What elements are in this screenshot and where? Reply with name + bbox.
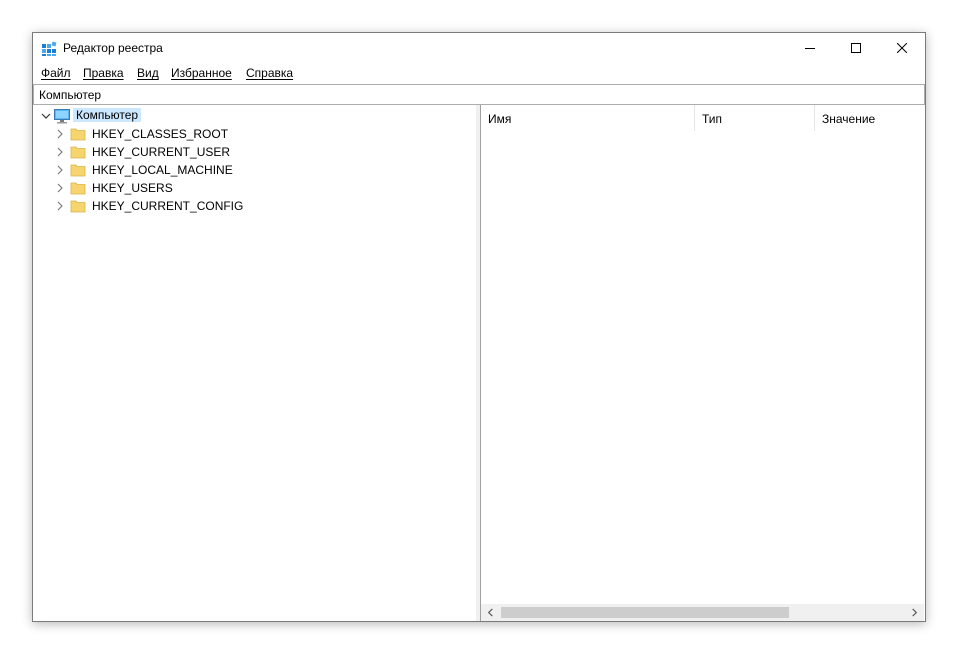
registry-editor-window: Редактор реестра Файл Правка Вид Избранн… (32, 32, 926, 622)
menu-help[interactable]: Справка (246, 66, 293, 80)
menu-bar: Файл Правка Вид Избранное Справка (33, 64, 925, 84)
tree-pane: Компьютер HKEY_CLASSES_ROOT HKEY_CURRENT… (33, 105, 477, 621)
folder-icon (70, 200, 86, 213)
tree-label-key: HKEY_USERS (92, 181, 173, 195)
address-bar[interactable]: Компьютер (33, 84, 925, 105)
tree-node-hkcu[interactable]: HKEY_CURRENT_USER (55, 143, 455, 161)
column-label: Имя (488, 112, 512, 126)
tree-node-hku[interactable]: HKEY_USERS (55, 179, 455, 197)
column-header-name[interactable]: Имя (481, 105, 694, 131)
chevron-right-icon[interactable] (55, 129, 65, 139)
column-header-type[interactable]: Тип (695, 105, 814, 131)
menu-favorites[interactable]: Избранное (171, 66, 232, 80)
tree-label-computer: Компьютер (73, 108, 142, 122)
chevron-right-icon[interactable] (55, 201, 65, 211)
tree-node-hklm[interactable]: HKEY_LOCAL_MACHINE (55, 161, 455, 179)
scroll-left-icon[interactable] (486, 608, 495, 617)
chevron-right-icon[interactable] (55, 165, 65, 175)
menu-file[interactable]: Файл (41, 66, 71, 80)
horizontal-scrollbar[interactable] (481, 604, 924, 621)
maximize-icon (851, 43, 861, 53)
tree-label-key: HKEY_CURRENT_CONFIG (92, 199, 244, 213)
values-list-pane: Имя Тип Значение (480, 105, 924, 621)
scroll-thumb[interactable] (501, 607, 789, 618)
minimize-button[interactable] (787, 33, 833, 63)
menu-edit[interactable]: Правка (83, 66, 124, 80)
scroll-right-icon[interactable] (910, 608, 919, 617)
chevron-down-icon[interactable] (41, 111, 51, 121)
column-label: Значение (822, 112, 876, 126)
tree-node-hkcr[interactable]: HKEY_CLASSES_ROOT (55, 125, 455, 143)
address-path: Компьютер (39, 88, 102, 102)
folder-icon (70, 128, 86, 141)
tree-label-key: HKEY_LOCAL_MACHINE (92, 163, 233, 177)
tree-node-hkcc[interactable]: HKEY_CURRENT_CONFIG (55, 197, 455, 215)
title-bar[interactable]: Редактор реестра (33, 33, 925, 63)
registry-editor-icon (42, 41, 57, 56)
close-button[interactable] (879, 33, 925, 63)
chevron-right-icon[interactable] (55, 147, 65, 157)
close-icon (897, 43, 907, 53)
maximize-button[interactable] (833, 33, 879, 63)
folder-icon (70, 182, 86, 195)
tree-node-computer[interactable]: Компьютер (39, 107, 239, 125)
tree-label-key: HKEY_CLASSES_ROOT (92, 127, 229, 141)
minimize-icon (805, 48, 815, 49)
chevron-right-icon[interactable] (55, 183, 65, 193)
column-header-value[interactable]: Значение (815, 105, 924, 131)
menu-view[interactable]: Вид (137, 66, 159, 80)
folder-icon (70, 164, 86, 177)
tree-label-key: HKEY_CURRENT_USER (92, 145, 231, 159)
computer-icon (54, 109, 70, 124)
window-title: Редактор реестра (63, 41, 163, 55)
column-label: Тип (702, 112, 723, 126)
folder-icon (70, 146, 86, 159)
